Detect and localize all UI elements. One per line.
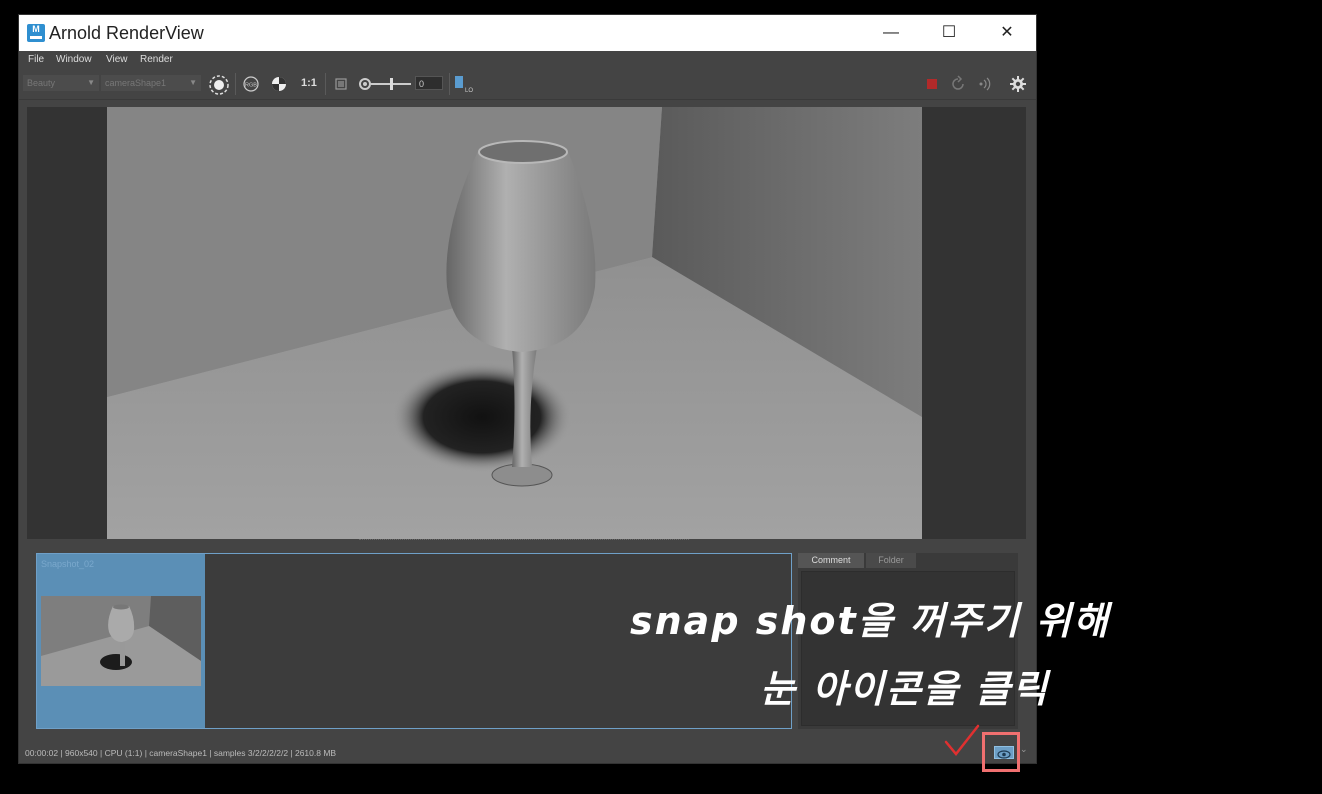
maximize-button[interactable]: ☐ (929, 21, 969, 45)
toolbar-separator (235, 73, 236, 95)
maya-app-icon: M (27, 24, 45, 42)
camera-select-value: cameraShape1 (105, 78, 167, 88)
crop-icon[interactable] (331, 74, 351, 94)
menu-view[interactable]: View (106, 54, 128, 65)
exposure-value: 0 (419, 79, 425, 89)
menu-bar: File Window View Render (19, 51, 1036, 69)
snapshot-label: Snapshot_02 (41, 559, 95, 569)
refresh-icon[interactable] (948, 74, 968, 94)
status-bar-text: 00:00:02 | 960x540 | CPU (1:1) | cameraS… (25, 748, 337, 758)
menu-window[interactable]: Window (56, 54, 92, 65)
rgb-icon[interactable]: RGB (241, 74, 261, 94)
render-image (107, 107, 922, 539)
minimize-button[interactable]: — (871, 21, 911, 45)
channel-icon[interactable] (269, 74, 289, 94)
window-title: Arnold RenderView (49, 23, 204, 43)
log-icon[interactable]: LOG (453, 74, 478, 94)
snapshot-item[interactable]: Snapshot_02 (37, 554, 205, 728)
chevron-down-icon[interactable]: ⌄ (1020, 744, 1028, 755)
menu-render[interactable]: Render (140, 54, 173, 65)
toolbar-separator (325, 73, 326, 95)
exposure-value-field[interactable]: 0 (415, 76, 443, 90)
close-button[interactable]: ✕ (987, 21, 1027, 45)
exposure-slider[interactable] (371, 78, 411, 90)
slider-handle[interactable] (390, 78, 393, 90)
checkmark-annotation (944, 724, 980, 756)
region-icon[interactable] (208, 74, 229, 95)
toolbar: Beauty ▼ cameraShape1 ▼ RGB 1:1 0 LO (19, 69, 1036, 100)
svg-text:LOG: LOG (465, 88, 473, 94)
camera-select[interactable]: cameraShape1 ▼ (101, 75, 201, 91)
toolbar-separator (449, 73, 450, 95)
snapshot-thumbnail (41, 596, 201, 686)
menu-file[interactable]: File (28, 54, 44, 65)
annotation-line-2: 눈 아이콘을 클릭 (760, 667, 1050, 711)
annotation-line-1: snap shot을 꺼주기 위해 (630, 599, 1110, 643)
title-bar: M Arnold RenderView — ☐ ✕ (19, 15, 1036, 51)
gear-icon[interactable] (1008, 74, 1028, 94)
chevron-down-icon: ▼ (189, 78, 197, 87)
highlight-box (982, 732, 1020, 772)
svg-text:RGB: RGB (245, 83, 257, 89)
ratio-label[interactable]: 1:1 (301, 77, 317, 89)
arnold-renderview-window: M Arnold RenderView — ☐ ✕ File Window Vi… (18, 14, 1037, 764)
tab-comment[interactable]: Comment (798, 553, 864, 568)
aov-select[interactable]: Beauty ▼ (23, 75, 99, 91)
aov-select-value: Beauty (27, 78, 56, 88)
stop-icon[interactable] (922, 74, 942, 94)
render-viewport[interactable] (27, 107, 1026, 539)
panel-splitter[interactable] (359, 539, 689, 542)
chevron-down-icon: ▼ (87, 78, 95, 87)
ipr-icon[interactable] (974, 74, 994, 94)
tab-folder[interactable]: Folder (866, 553, 916, 568)
